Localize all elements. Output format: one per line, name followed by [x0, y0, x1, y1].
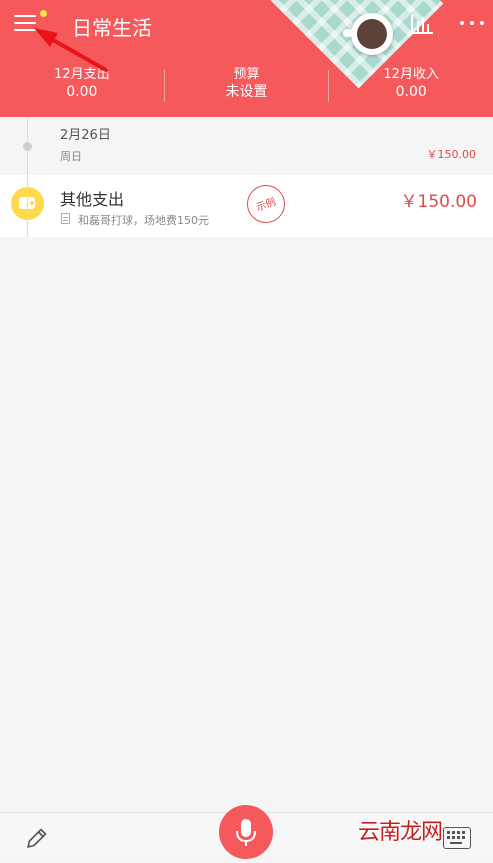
month-expense[interactable]: 12月支出 0.00 — [0, 66, 164, 104]
sample-stamp-text: 示例 — [254, 196, 278, 214]
month-income-value: 0.00 — [395, 84, 427, 100]
app-header: 日常生活 12月支出 0.00 预算 未设置 12月收入 0.00 — [0, 0, 493, 117]
budget[interactable]: 预算 未设置 — [165, 66, 329, 104]
timeline-line — [27, 117, 28, 237]
keyboard-icon[interactable] — [443, 827, 471, 849]
page-title: 日常生活 — [72, 16, 152, 40]
watermark: 云南龙网 — [358, 820, 443, 845]
notification-dot-icon — [40, 10, 47, 17]
month-expense-label: 12月支出 — [54, 67, 110, 82]
pencil-icon[interactable] — [24, 825, 50, 851]
sample-stamp: 示例 — [247, 185, 285, 223]
day-weekday: 周日 — [60, 150, 82, 163]
record-note: 和磊哥打球，场地费150元 — [78, 214, 209, 227]
monthly-summary: 12月支出 0.00 预算 未设置 12月收入 0.00 — [0, 66, 493, 104]
voice-record-button[interactable] — [219, 805, 273, 859]
note-icon — [61, 213, 70, 224]
record-amount: ￥150.00 — [400, 192, 477, 212]
day-header: 2月26日 周日 ￥150.00 — [0, 117, 493, 175]
month-income-label: 12月收入 — [383, 67, 439, 82]
month-income[interactable]: 12月收入 0.00 — [329, 66, 493, 104]
budget-label: 预算 — [233, 67, 260, 82]
day-date: 2月26日 — [60, 128, 111, 143]
menu-icon[interactable] — [14, 15, 36, 33]
list-item[interactable]: 其他支出 和磊哥打球，场地费150元 示例 ￥150.00 — [0, 175, 493, 237]
month-expense-value: 0.00 — [66, 84, 98, 100]
budget-value: 未设置 — [225, 84, 268, 100]
coffee-cup-icon — [343, 13, 393, 55]
day-total: ￥150.00 — [426, 148, 477, 161]
timeline-dot — [23, 142, 32, 151]
more-icon[interactable] — [458, 15, 486, 31]
record-category: 其他支出 — [60, 190, 125, 209]
microphone-icon — [236, 819, 256, 846]
bar-chart-icon[interactable] — [410, 13, 434, 35]
